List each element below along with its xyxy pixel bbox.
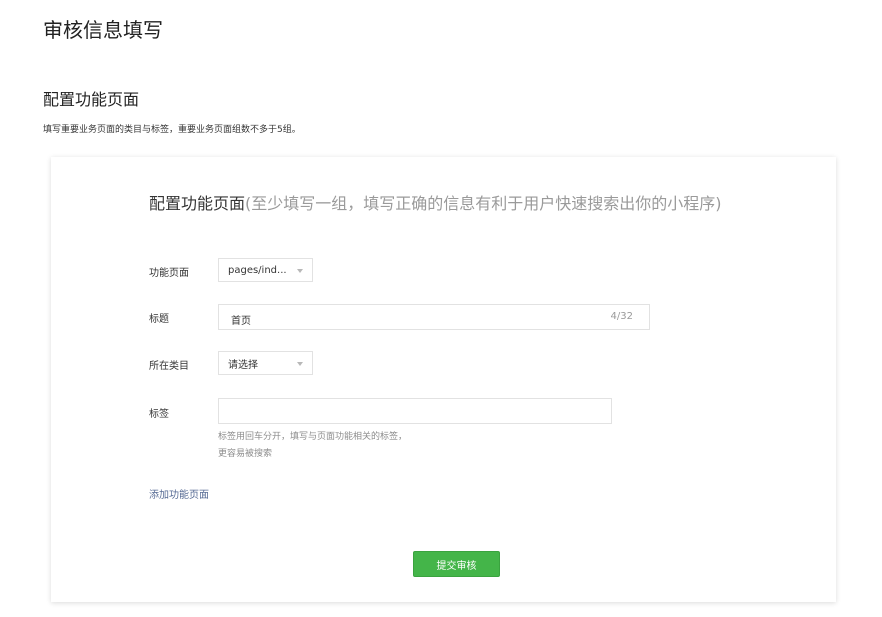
tags-input[interactable] [218, 398, 612, 424]
config-card: 配置功能页面(至少填写一组，填写正确的信息有利于用户快速搜索出你的小程序) 功能… [51, 157, 836, 602]
function-page-label: 功能页面 [149, 268, 189, 279]
section-title: 配置功能页面 [43, 90, 140, 109]
title-input[interactable]: 首页 4/32 [218, 304, 650, 330]
title-char-counter: 4/32 [610, 311, 633, 322]
card-title: 配置功能页面(至少填写一组，填写正确的信息有利于用户快速搜索出你的小程序) [149, 190, 722, 214]
chevron-down-icon [297, 269, 303, 273]
function-page-value: pages/ind... [228, 264, 287, 276]
function-page-select[interactable]: pages/ind... [218, 258, 313, 282]
category-select[interactable]: 请选择 [218, 351, 313, 375]
card-title-main: 配置功能页面 [149, 194, 246, 213]
tags-label: 标签 [149, 409, 169, 420]
tags-tip-line1: 标签用回车分开，填写与页面功能相关的标签， [218, 432, 408, 442]
chevron-down-icon [297, 362, 303, 366]
page-title: 审核信息填写 [43, 18, 163, 42]
title-label: 标题 [149, 314, 169, 325]
section-description: 填写重要业务页面的类目与标签，重要业务页面组数不多于5组。 [43, 125, 301, 135]
tags-tip-line2: 更容易被搜索 [218, 449, 273, 459]
category-label: 所在类目 [149, 361, 189, 372]
submit-review-button[interactable]: 提交审核 [413, 551, 500, 577]
title-input-value: 首页 [231, 316, 251, 327]
tags-tip: 标签用回车分开，填写与页面功能相关的标签， 更容易被搜索 [218, 429, 407, 463]
category-value: 请选择 [228, 359, 258, 371]
add-function-page-link[interactable]: 添加功能页面 [149, 486, 209, 501]
card-title-hint: (至少填写一组，填写正确的信息有利于用户快速搜索出你的小程序) [245, 194, 722, 213]
